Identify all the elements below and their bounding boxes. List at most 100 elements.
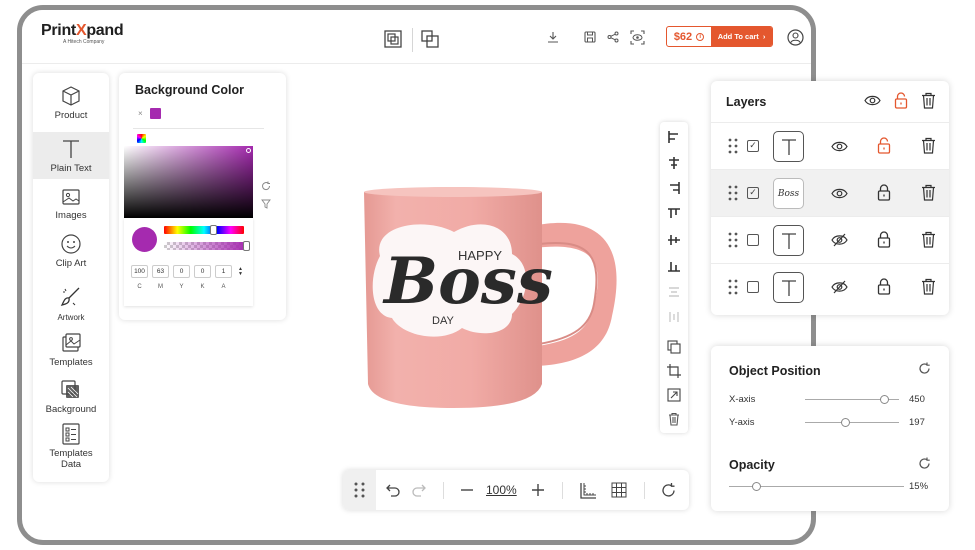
alpha-slider[interactable] (164, 242, 247, 250)
trash-icon[interactable] (921, 92, 936, 114)
distribute-v-icon[interactable] (667, 310, 681, 324)
cmyk-y-input[interactable]: 0 (173, 265, 190, 278)
lock-icon[interactable] (877, 231, 891, 253)
align-center-h-icon[interactable] (667, 156, 681, 170)
opacity-slider-handle[interactable] (752, 482, 761, 491)
layer-checkbox[interactable] (747, 281, 759, 293)
crop-icon[interactable] (667, 364, 681, 378)
x-axis-slider-handle[interactable] (880, 395, 889, 404)
redo-icon[interactable] (411, 482, 427, 503)
eye-off-icon[interactable] (831, 280, 848, 299)
picker-handle[interactable] (246, 148, 251, 153)
drag-handle-icon[interactable] (728, 232, 738, 253)
refresh-icon[interactable] (660, 482, 677, 504)
sidebar-item-artwork[interactable]: Artwork (33, 285, 109, 331)
x-axis-value[interactable]: 450 (909, 394, 925, 405)
eye-icon[interactable] (831, 140, 848, 158)
layer-row[interactable]: ✓ Boss (711, 169, 949, 216)
sidebar-item-product[interactable]: Product (33, 85, 109, 133)
align-top-icon[interactable] (667, 207, 681, 221)
layer-thumbnail[interactable] (773, 272, 804, 303)
add-to-cart-button[interactable]: Add To cart › (711, 27, 772, 46)
zoom-in-icon[interactable] (530, 482, 546, 503)
reset-position-icon[interactable] (918, 362, 931, 380)
trash-icon[interactable] (921, 231, 936, 253)
grid-icon[interactable] (611, 482, 627, 503)
eye-icon[interactable] (831, 187, 848, 205)
clear-color-icon[interactable]: × (138, 109, 143, 118)
color-wheel-icon[interactable] (137, 134, 146, 143)
trash-icon[interactable] (667, 412, 681, 426)
layer-row[interactable]: ✓ (711, 122, 949, 169)
eye-off-icon[interactable] (831, 233, 848, 252)
cmyk-c-input[interactable]: 100 (131, 265, 148, 278)
eyedropper-icon[interactable] (261, 196, 271, 214)
trash-icon[interactable] (921, 137, 936, 159)
align-right-icon[interactable] (667, 181, 681, 195)
user-account-icon[interactable] (786, 28, 804, 46)
lock-icon[interactable] (877, 278, 891, 300)
opacity-value[interactable]: 15% (909, 481, 928, 492)
selected-color-swatch[interactable] (150, 108, 161, 119)
cmyk-m-input[interactable]: 63 (152, 265, 169, 278)
y-axis-slider-handle[interactable] (841, 418, 850, 427)
alpha-slider-handle[interactable] (243, 241, 250, 251)
layer-checkbox[interactable]: ✓ (747, 140, 759, 152)
zoom-level[interactable]: 100% (486, 483, 517, 497)
reset-color-icon[interactable] (261, 178, 271, 196)
preview-icon[interactable] (629, 29, 645, 45)
saturation-picker[interactable] (124, 146, 253, 218)
y-axis-value[interactable]: 197 (909, 417, 925, 428)
share-icon[interactable] (606, 30, 620, 44)
trash-icon[interactable] (921, 278, 936, 300)
drag-handle-icon[interactable] (728, 279, 738, 300)
save-icon[interactable] (583, 30, 597, 44)
align-bottom-icon[interactable] (667, 259, 681, 273)
ruler-icon[interactable] (579, 482, 597, 505)
unlock-icon[interactable] (877, 137, 891, 159)
undo-icon[interactable] (385, 482, 401, 503)
duplicate-icon[interactable] (667, 340, 681, 354)
hue-slider-handle[interactable] (210, 225, 217, 235)
sidebar-item-background[interactable]: Background (33, 379, 109, 425)
layers-title: Layers (726, 95, 767, 109)
bring-forward-icon[interactable] (383, 29, 403, 49)
lock-icon[interactable] (877, 184, 891, 206)
layer-row[interactable] (711, 216, 949, 263)
sidebar-item-images[interactable]: Images (33, 187, 109, 231)
unlock-icon[interactable] (894, 92, 908, 114)
layer-thumbnail[interactable] (773, 225, 804, 256)
align-center-v-icon[interactable] (667, 233, 681, 247)
download-icon[interactable] (546, 30, 560, 44)
cmyk-a-input[interactable]: 1 (215, 265, 232, 278)
send-backward-icon[interactable] (420, 29, 440, 49)
logo[interactable]: PrintXpand A Hitech Company (41, 22, 124, 45)
text-icon (781, 138, 796, 155)
sidebar-item-clip-art[interactable]: Clip Art (33, 233, 109, 281)
cmyk-k-input[interactable]: 0 (194, 265, 211, 278)
layer-thumbnail[interactable] (773, 131, 804, 162)
y-axis-slider[interactable] (805, 422, 899, 423)
distribute-h-icon[interactable] (667, 285, 681, 299)
sidebar-item-plain-text[interactable]: Plain Text (33, 132, 109, 179)
layer-checkbox[interactable]: ✓ (747, 187, 759, 199)
layer-thumbnail[interactable]: Boss (773, 178, 804, 209)
zoom-out-icon[interactable] (459, 482, 475, 503)
hue-slider[interactable] (164, 226, 244, 234)
sidebar-item-templates-data[interactable]: Templates Data (33, 423, 109, 479)
drag-handle-icon[interactable] (728, 138, 738, 159)
alpha-spinner[interactable]: ▲ ▼ (238, 267, 243, 277)
drag-handle[interactable] (343, 470, 376, 510)
info-icon[interactable]: i (696, 32, 705, 41)
drag-handle-icon[interactable] (728, 185, 738, 206)
product-mug[interactable]: Boss HAPPY DAY (362, 186, 624, 412)
sidebar-item-templates[interactable]: Templates (33, 332, 109, 378)
align-left-icon[interactable] (667, 130, 681, 144)
layer-checkbox[interactable] (747, 234, 759, 246)
layer-row[interactable] (711, 263, 949, 310)
eye-icon[interactable] (864, 94, 881, 112)
trash-icon[interactable] (921, 184, 936, 206)
resize-icon[interactable] (667, 388, 681, 402)
spin-down-icon[interactable]: ▼ (238, 271, 243, 277)
reset-opacity-icon[interactable] (918, 457, 931, 475)
